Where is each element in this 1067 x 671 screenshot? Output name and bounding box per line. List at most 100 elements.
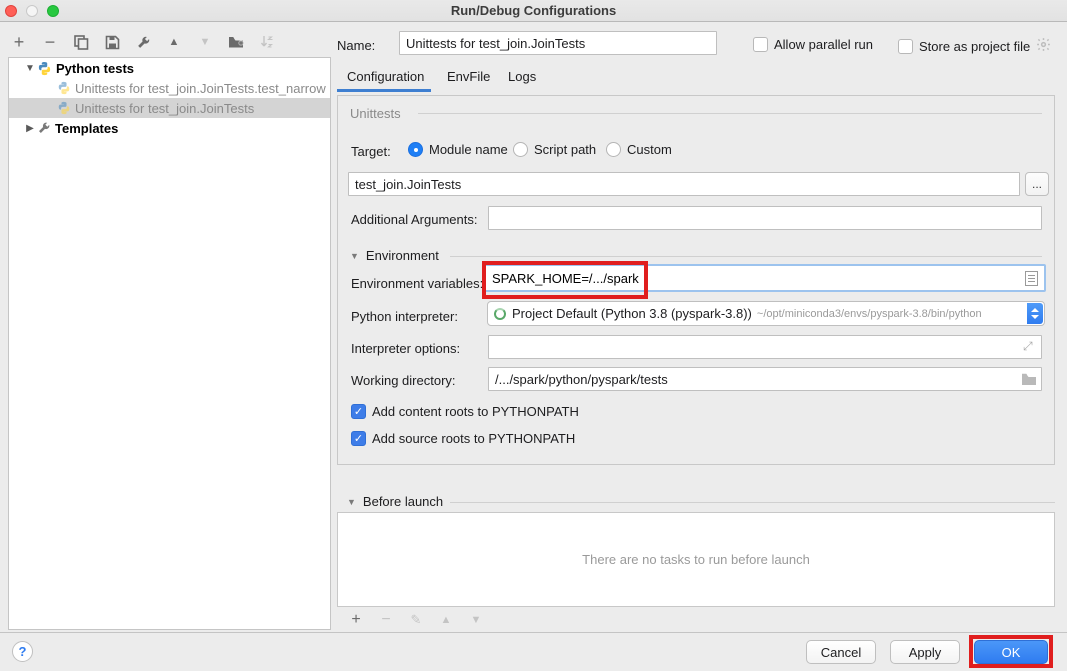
footer-divider bbox=[0, 632, 1067, 633]
name-input[interactable] bbox=[399, 31, 717, 55]
tab-logs[interactable]: Logs bbox=[508, 69, 536, 93]
add-content-roots-label: Add content roots to PYTHONPATH bbox=[372, 404, 579, 419]
radio-module-name-label: Module name bbox=[429, 142, 508, 157]
checkbox-icon[interactable] bbox=[898, 39, 913, 54]
tab-envfile[interactable]: EnvFile bbox=[447, 69, 490, 93]
python-interpreter-label: Python interpreter: bbox=[351, 309, 458, 324]
add-source-roots-label: Add source roots to PYTHONPATH bbox=[372, 431, 575, 446]
collapse-arrow-icon[interactable]: ▶ bbox=[23, 123, 37, 134]
browse-button[interactable]: ... bbox=[1025, 172, 1049, 196]
configurations-toolbar: + − ▲ ▼ bbox=[10, 30, 276, 54]
remove-icon[interactable]: − bbox=[41, 33, 59, 51]
minimize-window-icon[interactable] bbox=[26, 5, 38, 17]
environment-variables-field[interactable] bbox=[484, 264, 1046, 292]
interpreter-path: ~/opt/miniconda3/envs/pyspark-3.8/bin/py… bbox=[757, 308, 982, 320]
checkbox-icon[interactable] bbox=[753, 37, 768, 52]
radio-module-name[interactable]: Module name bbox=[408, 142, 508, 157]
python-icon bbox=[57, 101, 71, 115]
radio-custom-label: Custom bbox=[627, 142, 672, 157]
interpreter-options-input[interactable] bbox=[488, 335, 1042, 359]
radio-icon[interactable] bbox=[408, 142, 423, 157]
close-window-icon[interactable] bbox=[5, 5, 17, 17]
tree-item-label: Python tests bbox=[56, 61, 134, 76]
tree-item-templates[interactable]: ▶ Templates bbox=[9, 118, 330, 138]
active-tab-indicator bbox=[337, 89, 431, 92]
allow-parallel-run-checkbox[interactable]: Allow parallel run bbox=[753, 37, 873, 52]
working-directory-input[interactable] bbox=[488, 367, 1042, 391]
before-launch-section-header[interactable]: ▼ Before launch bbox=[347, 494, 443, 509]
radio-script-path-label: Script path bbox=[534, 142, 596, 157]
copy-icon[interactable] bbox=[72, 33, 90, 51]
save-icon[interactable] bbox=[103, 33, 121, 51]
add-icon[interactable]: + bbox=[10, 33, 28, 51]
additional-arguments-input[interactable] bbox=[488, 206, 1042, 230]
tree-item-unittests-jointests-selected[interactable]: Unittests for test_join.JoinTests bbox=[9, 98, 330, 118]
window-title: Run/Debug Configurations bbox=[451, 3, 616, 18]
target-label: Target: bbox=[351, 144, 391, 159]
gear-icon[interactable] bbox=[1036, 37, 1051, 55]
store-as-project-file-label: Store as project file bbox=[919, 39, 1030, 54]
folder-icon[interactable] bbox=[1021, 373, 1037, 388]
ok-button[interactable]: OK bbox=[974, 640, 1048, 664]
section-divider bbox=[450, 502, 1055, 503]
working-directory-label: Working directory: bbox=[351, 373, 456, 388]
tree-item-label: Unittests for test_join.JoinTests.test_n… bbox=[75, 81, 326, 96]
allow-parallel-run-label: Allow parallel run bbox=[774, 37, 873, 52]
radio-script-path[interactable]: Script path bbox=[513, 142, 596, 157]
remove-task-icon[interactable]: − bbox=[377, 611, 395, 629]
move-task-down-icon[interactable]: ▼ bbox=[467, 611, 485, 629]
checkbox-checked-icon[interactable] bbox=[351, 431, 366, 446]
add-content-roots-checkbox[interactable]: Add content roots to PYTHONPATH bbox=[351, 404, 579, 419]
tree-item-label: Templates bbox=[55, 121, 118, 136]
name-label: Name: bbox=[337, 38, 375, 53]
run-debug-configurations-dialog: Run/Debug Configurations + − ▲ ▼ ▼ Pyth bbox=[0, 0, 1067, 671]
radio-custom[interactable]: Custom bbox=[606, 142, 672, 157]
zoom-window-icon[interactable] bbox=[47, 5, 59, 17]
tree-item-unittests-test-narrow[interactable]: Unittests for test_join.JoinTests.test_n… bbox=[9, 78, 330, 98]
environment-variables-input[interactable] bbox=[486, 267, 1025, 289]
edit-task-pencil-icon[interactable]: ✎ bbox=[407, 611, 425, 629]
move-down-icon[interactable]: ▼ bbox=[196, 33, 214, 51]
empty-tasks-message: There are no tasks to run before launch bbox=[582, 552, 810, 567]
edit-defaults-wrench-icon[interactable] bbox=[134, 33, 152, 51]
add-source-roots-checkbox[interactable]: Add source roots to PYTHONPATH bbox=[351, 431, 575, 446]
sort-alpha-icon[interactable] bbox=[258, 33, 276, 51]
conda-environment-icon bbox=[494, 308, 506, 320]
new-folder-icon[interactable] bbox=[227, 33, 245, 51]
environment-section-label: Environment bbox=[366, 248, 439, 263]
browse-variables-icon[interactable] bbox=[1025, 271, 1038, 286]
collapse-triangle-icon[interactable]: ▼ bbox=[350, 251, 359, 261]
interpreter-name: Project Default (Python 3.8 (pyspark-3.8… bbox=[512, 306, 752, 321]
python-interpreter-select[interactable]: Project Default (Python 3.8 (pyspark-3.8… bbox=[487, 301, 1045, 326]
target-input[interactable] bbox=[348, 172, 1020, 196]
interpreter-options-label: Interpreter options: bbox=[351, 341, 460, 356]
help-button[interactable]: ? bbox=[12, 641, 33, 662]
python-icon bbox=[57, 81, 71, 95]
add-task-icon[interactable]: + bbox=[347, 611, 365, 629]
title-bar: Run/Debug Configurations bbox=[0, 0, 1067, 22]
environment-section-header[interactable]: ▼ Environment bbox=[350, 248, 439, 263]
apply-button[interactable]: Apply bbox=[890, 640, 960, 664]
expand-field-icon[interactable]: ⤢ bbox=[1023, 339, 1033, 354]
move-up-icon[interactable]: ▲ bbox=[165, 33, 183, 51]
tree-item-label: Unittests for test_join.JoinTests bbox=[75, 101, 254, 116]
collapse-triangle-icon[interactable]: ▼ bbox=[347, 497, 356, 507]
section-divider bbox=[418, 113, 1042, 114]
python-icon bbox=[37, 61, 52, 76]
tree-item-python-tests[interactable]: ▼ Python tests bbox=[9, 58, 330, 78]
before-launch-toolbar: + − ✎ ▲ ▼ bbox=[337, 608, 1055, 632]
cancel-button[interactable]: Cancel bbox=[806, 640, 876, 664]
configurations-tree: ▼ Python tests Unittests for test_join.J… bbox=[8, 57, 331, 630]
environment-variables-label: Environment variables: bbox=[351, 276, 483, 291]
additional-arguments-label: Additional Arguments: bbox=[351, 212, 477, 227]
wrench-icon bbox=[37, 121, 51, 135]
move-task-up-icon[interactable]: ▲ bbox=[437, 611, 455, 629]
expand-arrow-icon[interactable]: ▼ bbox=[23, 63, 37, 74]
radio-icon[interactable] bbox=[513, 142, 528, 157]
select-chevrons-icon[interactable] bbox=[1027, 303, 1043, 324]
radio-icon[interactable] bbox=[606, 142, 621, 157]
unittests-section-label: Unittests bbox=[350, 106, 401, 121]
before-launch-tasks-panel: There are no tasks to run before launch bbox=[337, 512, 1055, 607]
store-as-project-file-checkbox[interactable]: Store as project file bbox=[898, 37, 1051, 55]
checkbox-checked-icon[interactable] bbox=[351, 404, 366, 419]
